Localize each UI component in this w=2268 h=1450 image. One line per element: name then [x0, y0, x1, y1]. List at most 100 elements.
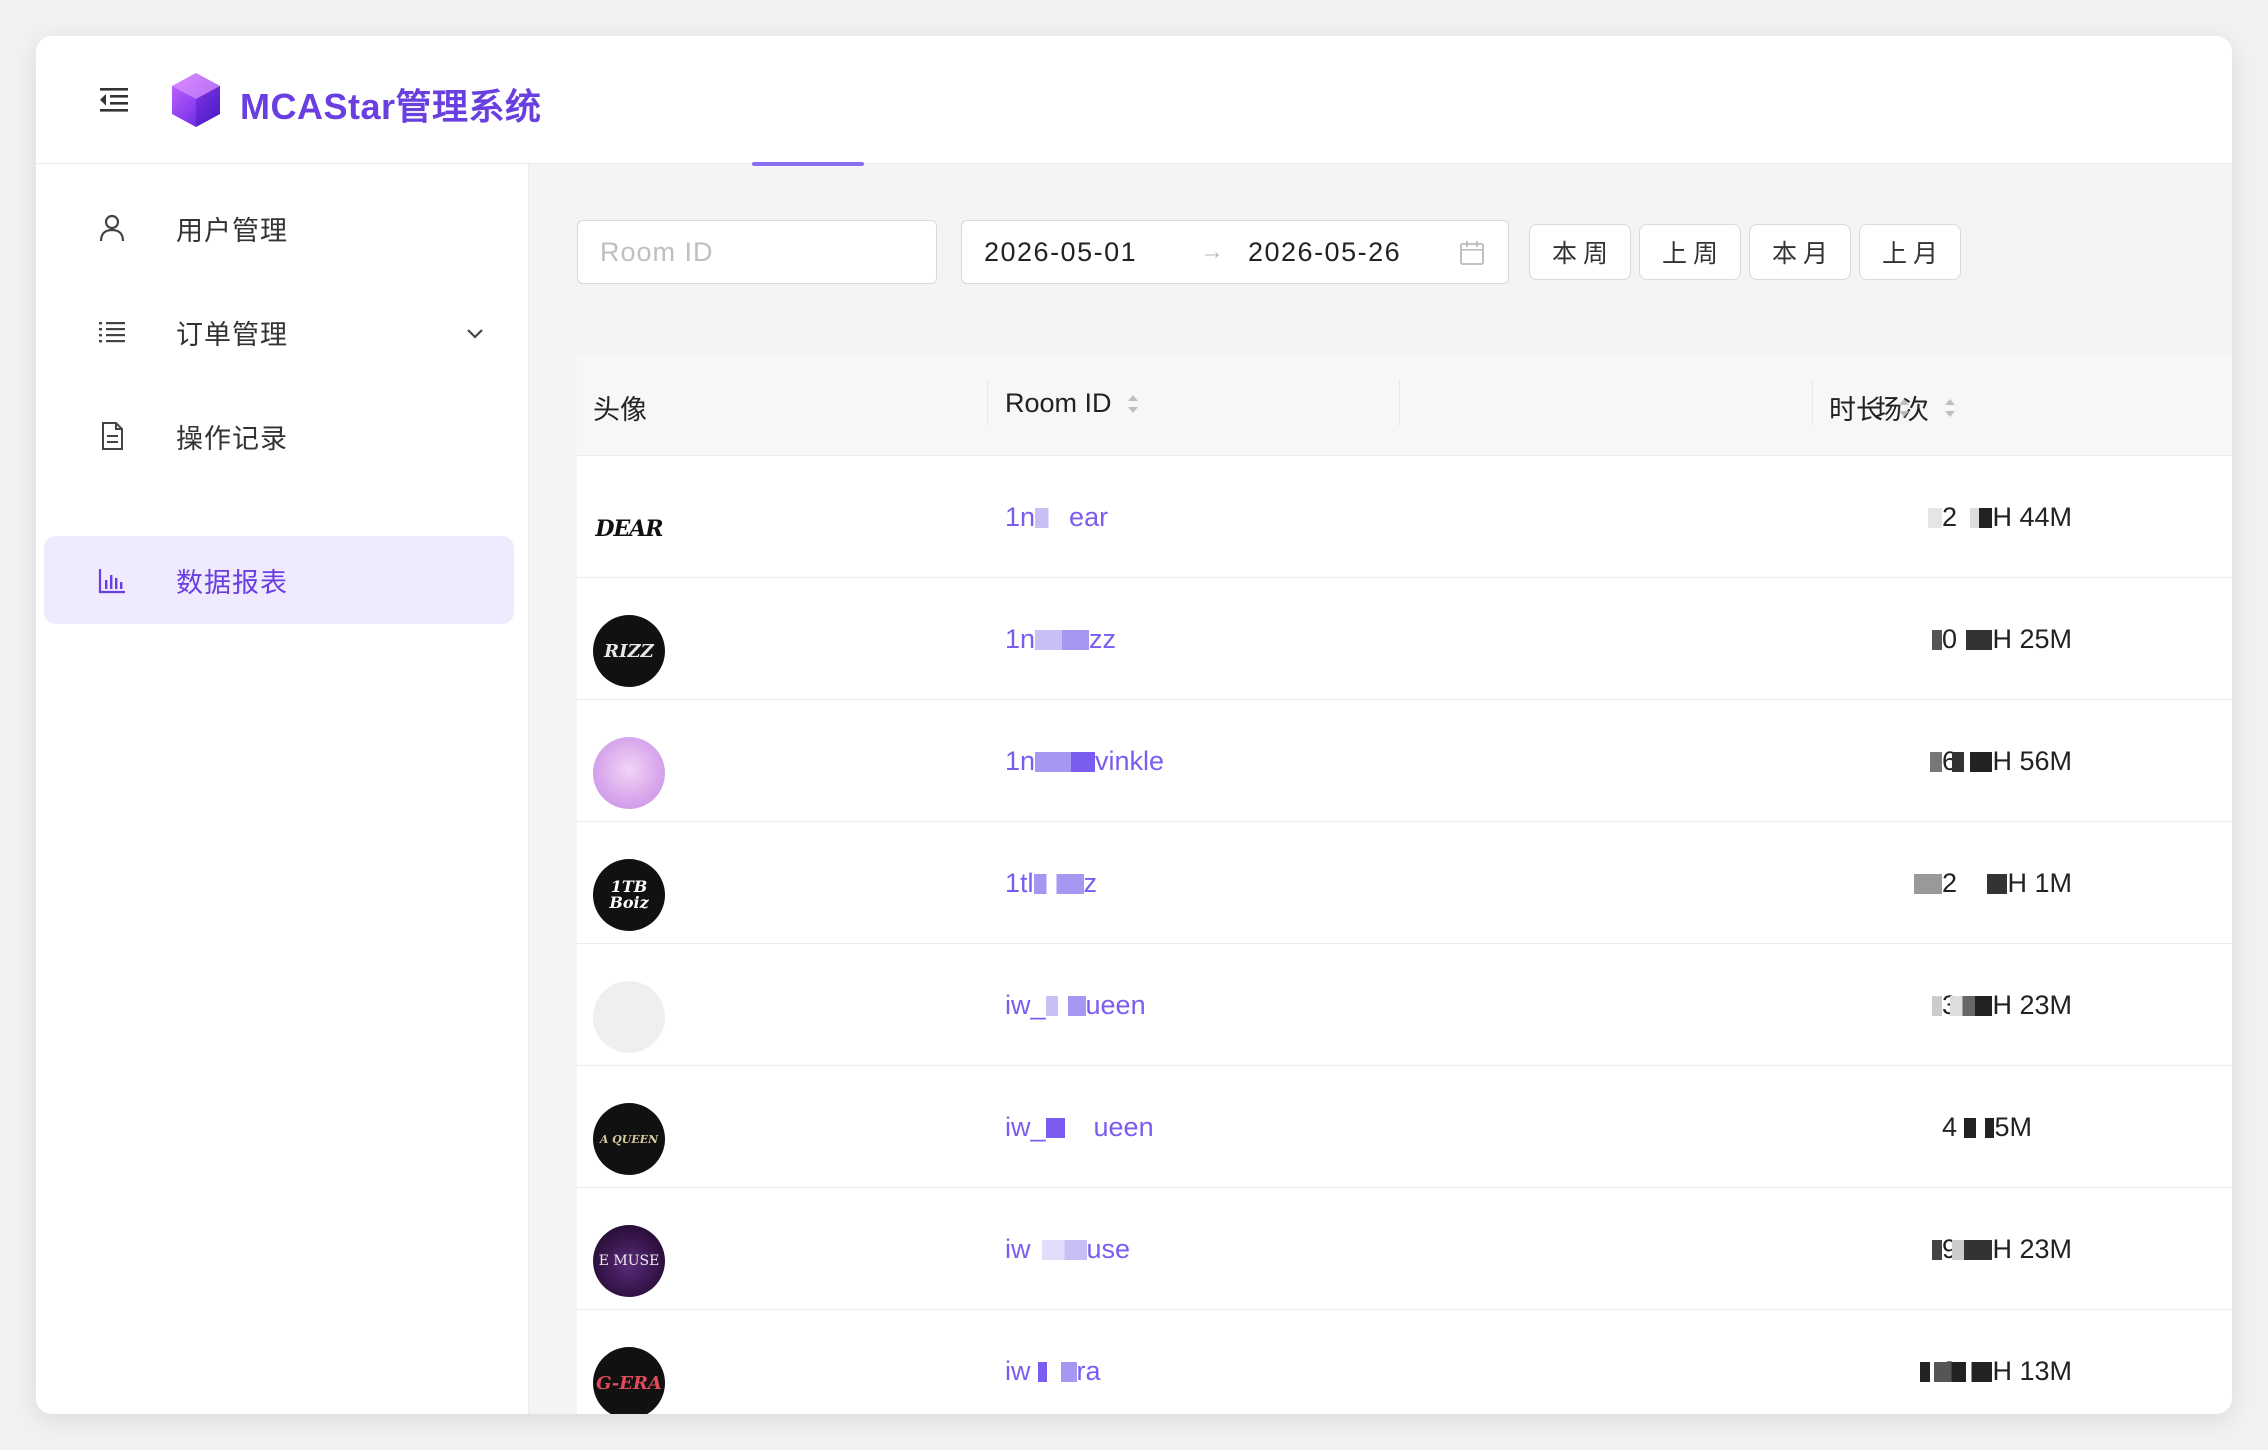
sort-icon[interactable] [1126, 390, 1140, 418]
room-id-link[interactable]: 1n vinkle [1005, 746, 1164, 777]
room-id-part: iw_ [1005, 990, 1046, 1020]
table-row: A QUEEN iw_ ueen 4 5M [577, 1066, 2232, 1188]
table-row: DEAR 1n ear 2 H 44M [577, 456, 2232, 578]
redacted-pixels [1045, 1118, 1094, 1138]
duration-cell: 5M [1792, 1112, 2032, 1143]
redacted-pixels [1970, 508, 1993, 528]
sidebar-item-user-management[interactable]: 用户管理 [44, 184, 514, 272]
duration-value: H 23M [1992, 990, 2072, 1020]
room-id-part: ear [1069, 502, 1109, 532]
duration-cell: H 25M [1832, 624, 2072, 655]
duration-value: H 1M [2007, 868, 2072, 898]
table-row: 1TB Boiz 1tl z 2 H 1M [577, 822, 2232, 944]
sidebar-item-label: 用户管理 [176, 215, 288, 246]
sidebar-item-label: 操作记录 [176, 423, 288, 454]
sidebar-item-label: 订单管理 [176, 319, 288, 350]
room-id-part: use [1086, 1234, 1131, 1264]
room-id-link[interactable]: 1n zz [1005, 624, 1116, 655]
avatar [593, 981, 665, 1053]
room-id-link[interactable]: 1n ear [1005, 502, 1108, 533]
redacted-pixels [1964, 1118, 1995, 1138]
sort-icon[interactable] [1943, 394, 1957, 422]
col-room-id-label: Room ID [1005, 388, 1112, 418]
avatar: RIZZ [593, 615, 665, 687]
room-id-link[interactable]: iw use [1005, 1234, 1130, 1265]
redacted-pixels [1952, 752, 1993, 772]
redacted-pixels [1987, 874, 2008, 894]
room-id-part: iw [1005, 1234, 1031, 1264]
redacted-pixels [1030, 1240, 1087, 1260]
redacted-pixels [1934, 1362, 1993, 1382]
chevron-down-icon [467, 329, 483, 339]
col-duration-label: 时长 [1829, 395, 1883, 425]
room-id-part: vinkle [1095, 746, 1165, 776]
avatar [593, 737, 665, 809]
date-start[interactable]: 2026-05-01 [984, 237, 1137, 268]
table-row: G-ERA iwra 8 H 13M [577, 1310, 2232, 1414]
redacted-pixels [1045, 996, 1086, 1016]
sidebar-item-order-management[interactable]: 订单管理 [44, 288, 514, 376]
table-header: 头像 Room ID 场次 时长 [577, 354, 2232, 456]
room-id-part: zz [1089, 624, 1117, 654]
sidebar-item-operation-log[interactable]: 操作记录 [44, 392, 514, 480]
calendar-icon[interactable] [1458, 239, 1486, 267]
this-month-button[interactable]: 本月 [1749, 224, 1851, 280]
room-id-link[interactable]: iw_ ueen [1005, 1112, 1154, 1143]
sidebar-item-data-report[interactable]: 数据报表 [44, 536, 514, 624]
redacted-pixels [1033, 874, 1084, 894]
report-table: 头像 Room ID 场次 时长 DEAR 1n ear 2 H 44M RIZ… [577, 354, 2232, 1414]
duration-cell: H 44M [1832, 502, 2072, 533]
col-avatar-header: 头像 [593, 388, 647, 427]
room-id-part: z [1083, 868, 1098, 898]
column-divider [1812, 380, 1813, 426]
tab-indicator [752, 162, 864, 166]
bar-chart-icon [98, 569, 125, 594]
duration-cell: H 23M [1832, 1234, 2072, 1265]
avatar: DEAR [593, 493, 665, 565]
redacted-pixels [1035, 630, 1090, 650]
table-row: iw_ueen 3 H 23M [577, 944, 2232, 1066]
redacted-pixels [1035, 508, 1070, 528]
date-end[interactable]: 2026-05-26 [1248, 237, 1401, 268]
col-duration-header[interactable]: 时长 [1829, 388, 1911, 427]
room-id-part: 1tl [1005, 868, 1034, 898]
redacted-pixels [1030, 1362, 1077, 1382]
date-range-arrow: → [1200, 238, 1224, 265]
duration-value: 5M [1994, 1112, 2032, 1142]
duration-cell: H 13M [1832, 1356, 2072, 1387]
main-content: 2026-05-01 → 2026-05-26 本周 上周 本月 上月 头像 [529, 164, 2232, 1414]
redacted-pixels [1950, 996, 1993, 1016]
room-id-part: 1n [1005, 746, 1036, 776]
this-week-button[interactable]: 本周 [1529, 224, 1631, 280]
top-header: MCAStar管理系统 [36, 36, 2232, 164]
date-range-picker[interactable]: 2026-05-01 → 2026-05-26 [961, 220, 1509, 284]
room-id-part: iw [1005, 1356, 1031, 1386]
table-row: RIZZ 1n zz 0 H 25M [577, 578, 2232, 700]
column-divider [1399, 380, 1400, 426]
sort-icon[interactable] [1897, 394, 1911, 422]
room-id-link[interactable]: iw_ ueen [1005, 990, 1146, 1021]
avatar: A QUEEN [593, 1103, 665, 1175]
room-id-link[interactable]: 1tl z [1005, 868, 1097, 899]
logo-icon [172, 73, 220, 127]
duration-value: H 23M [1992, 1234, 2072, 1264]
table-row: 1n vinkle 6 H 56M [577, 700, 2232, 822]
col-room-id-header[interactable]: Room ID [1005, 388, 1140, 419]
column-divider [987, 380, 988, 426]
redacted-pixels [1966, 630, 1993, 650]
avatar: E MUSE [593, 1225, 665, 1297]
duration-value: H 44M [1992, 502, 2072, 532]
app-title: MCAStar管理系统 [240, 86, 542, 127]
room-id-part: ueen [1093, 1112, 1154, 1142]
menu-fold-icon[interactable] [96, 82, 132, 118]
sidebar-item-label: 数据报表 [176, 567, 288, 598]
room-id-link[interactable]: iw ra [1005, 1356, 1101, 1387]
room-id-part: ueen [1085, 990, 1146, 1020]
redacted-pixels [1035, 752, 1096, 772]
last-month-button[interactable]: 上月 [1859, 224, 1961, 280]
room-id-input[interactable] [577, 220, 937, 284]
last-week-button[interactable]: 上周 [1639, 224, 1741, 280]
avatar: G-ERA [593, 1347, 665, 1414]
room-id-part: 1n [1005, 624, 1036, 654]
filter-bar: 2026-05-01 → 2026-05-26 本周 上周 本月 上月 [529, 164, 2232, 344]
